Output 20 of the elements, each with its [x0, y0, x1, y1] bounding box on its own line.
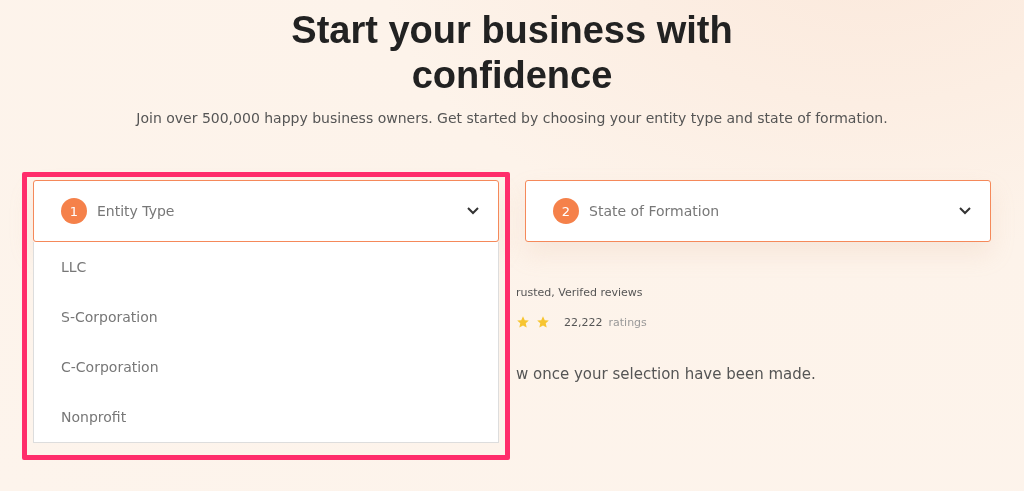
star-icon [516, 315, 530, 329]
dropdown-select[interactable]: 1 Entity Type [33, 180, 499, 242]
ratings-label: ratings [608, 315, 647, 329]
page-heading: Start your business with confidence [290, 8, 734, 98]
dropdown-option[interactable]: C-Corporation [34, 342, 498, 392]
reviews-caption: rusted, Verifed reviews [516, 286, 644, 299]
select-label: Entity Type [97, 203, 176, 219]
select-label: State of Formation [589, 203, 721, 219]
dropdown-option[interactable]: Nonprofit [34, 392, 498, 442]
star-icon [536, 315, 550, 329]
dropdown-select[interactable]: 2 State of Formation [525, 180, 991, 242]
dropdown-option[interactable]: S-Corporation [34, 292, 498, 342]
helper-text: w once your selection have been made. [516, 365, 817, 383]
dropdown-option[interactable]: LLC [34, 242, 498, 292]
ratings-count: 22,222 [564, 315, 603, 329]
step-number: 1 [61, 198, 87, 224]
step-number: 2 [553, 198, 579, 224]
chevron-down-icon [958, 206, 972, 216]
page-subtitle: Join over 500,000 happy business owners. Get started by choosing your entity type and state of formation. [136, 110, 888, 126]
chevron-down-icon [466, 206, 480, 216]
